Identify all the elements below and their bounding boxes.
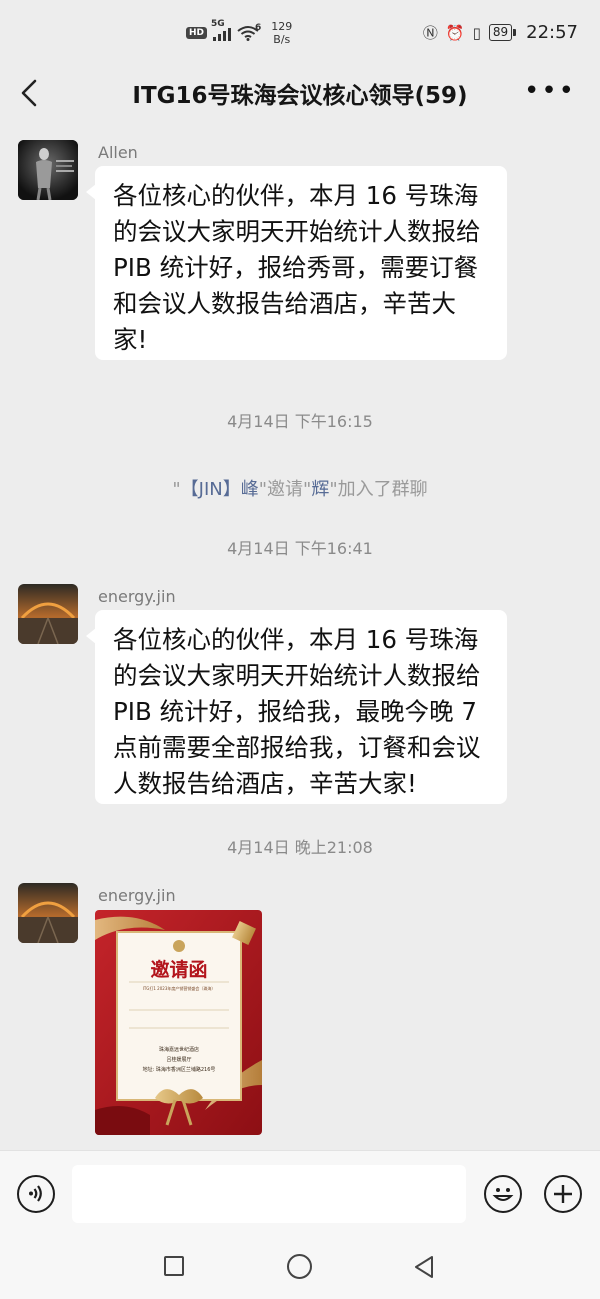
chat-header: ITG16号珠海会议核心领导(59) ••• bbox=[0, 64, 600, 124]
plus-icon[interactable] bbox=[544, 1175, 582, 1213]
inviter-name[interactable]: 【JIN】峰 bbox=[181, 479, 259, 500]
timestamp: 4月14日 下午16:41 bbox=[227, 539, 373, 558]
network-type: 5G bbox=[211, 19, 225, 29]
invite-address: 地址: 珠海市香洲区兰埔路216号 bbox=[143, 1066, 216, 1073]
hd-badge: HD bbox=[186, 27, 208, 39]
alarm-icon: ⏰ bbox=[445, 23, 465, 42]
home-icon[interactable] bbox=[287, 1254, 312, 1279]
system-invite-text: "邀请" bbox=[258, 479, 312, 500]
invite-hall: 吕桂媛展厅 bbox=[166, 1056, 191, 1063]
invite-subtitle: ITG打1 2023年度产销营销盛会（珠海） bbox=[143, 985, 216, 991]
chat-title: ITG16号珠海会议核心领导(59) bbox=[132, 83, 468, 109]
timestamp: 4月14日 下午16:15 bbox=[227, 412, 373, 431]
avatar-energy-jin[interactable] bbox=[18, 584, 78, 644]
net-speed-unit: B/s bbox=[273, 33, 291, 46]
system-joined-text: "加入了群聊 bbox=[329, 479, 428, 500]
status-right: Ⓝ ⏰ ▯ 89 22:57 bbox=[423, 22, 578, 43]
system-navigation bbox=[0, 1236, 600, 1299]
vibrate-icon: ▯ bbox=[472, 23, 481, 42]
sender-name: Allen bbox=[98, 143, 138, 162]
message-bubble[interactable]: 各位核心的伙伴，本月 16 号珠海的会议大家明天开始统计人数报给 PIB 统计好… bbox=[86, 610, 507, 804]
invite-venue: 珠海嘉远世纪酒店 bbox=[159, 1046, 199, 1053]
cell-signal-icon: 5G bbox=[211, 19, 232, 41]
clock: 22:57 bbox=[526, 22, 578, 43]
avatar-energy-jin[interactable] bbox=[18, 883, 78, 943]
invite-title: 邀请函 bbox=[150, 958, 207, 981]
status-bar: HD 5G 6 129 B/s Ⓝ ⏰ ▯ 89 22:57 bbox=[0, 0, 600, 64]
sender-name: energy.jin bbox=[98, 886, 176, 905]
voice-icon[interactable] bbox=[17, 1175, 55, 1213]
nfc-icon: Ⓝ bbox=[422, 24, 438, 42]
emoji-icon[interactable] bbox=[484, 1175, 522, 1213]
battery-icon: 89 bbox=[488, 24, 517, 41]
invitation-image[interactable]: 邀请函 ITG打1 2023年度产销营销盛会（珠海） 珠海嘉远世纪酒店 吕桂媛展… bbox=[95, 910, 262, 1135]
message-bubble[interactable]: 各位核心的伙伴，本月 16 号珠海的会议大家明天开始统计人数报给 PIB 统计好… bbox=[86, 166, 507, 360]
timestamp: 4月14日 晚上21:08 bbox=[227, 838, 373, 857]
invitee-name[interactable]: 辉 bbox=[311, 479, 329, 500]
input-bar bbox=[0, 1150, 600, 1237]
net-speed: 129 B/s bbox=[271, 20, 292, 46]
more-options-icon[interactable]: ••• bbox=[524, 78, 576, 104]
recents-icon[interactable] bbox=[164, 1256, 184, 1276]
back-triangle-icon[interactable] bbox=[412, 1254, 436, 1280]
system-message: "【JIN】峰"邀请"辉"加入了群聊 bbox=[0, 475, 600, 501]
wifi-icon bbox=[237, 25, 259, 41]
avatar-allen[interactable] bbox=[18, 140, 78, 200]
sender-name: energy.jin bbox=[98, 587, 176, 606]
message-input[interactable] bbox=[72, 1165, 466, 1223]
status-left: HD 5G 6 129 B/s bbox=[186, 19, 292, 46]
system-quote: " bbox=[172, 479, 181, 500]
net-speed-value: 129 bbox=[271, 20, 293, 33]
